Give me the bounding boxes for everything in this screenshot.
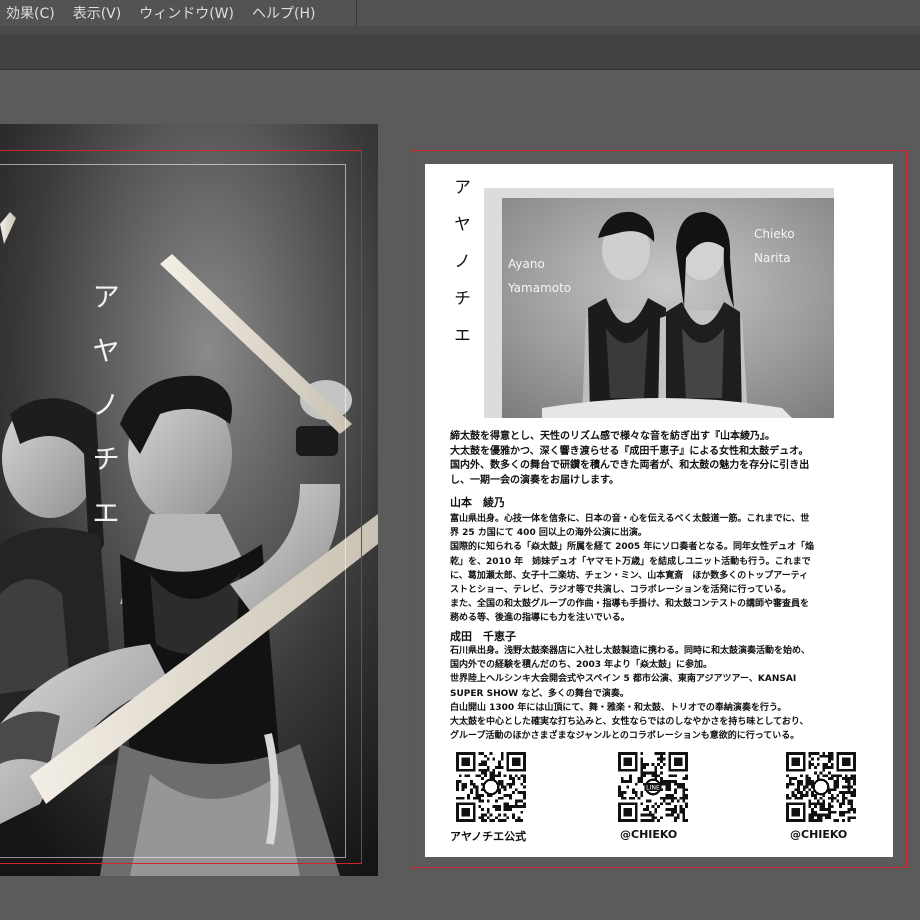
bio-line: 国内外での経験を積んだのち、2003 年より「焱太鼓」に参加。 xyxy=(450,660,713,671)
flyer-vertical-title: アヤノチエ xyxy=(450,178,470,363)
menu-help[interactable]: ヘルプ(H) xyxy=(252,3,315,23)
cover-photo xyxy=(0,124,378,876)
member2-bio[interactable]: 石川県出身。浅野太鼓楽器店に入社し太鼓製造に携わる。同時に和太鼓演奏活動を始め、… xyxy=(450,644,810,743)
bio-line: SUPER SHOW など、多くの舞台で演奏。 xyxy=(450,688,629,699)
member1-name[interactable]: 山本 綾乃 xyxy=(450,494,505,510)
photo-name-left-line1: Ayano xyxy=(508,257,545,271)
cover-vertical-title: アヤノチエ xyxy=(88,282,121,552)
bio-line: 務める等、後進の指導にも力を注いでいる。 xyxy=(450,613,630,624)
line-badge-text: LINE xyxy=(646,785,660,792)
bio-line: また、全国の和太鼓グループの作曲・指導も手掛け、和太鼓コンテストの講師や審査員を xyxy=(450,599,810,610)
control-bar xyxy=(0,34,920,70)
bio-line: 石川県出身。浅野太鼓楽器店に入社し太鼓製造に携わる。同時に和太鼓演奏活動を始め、 xyxy=(450,646,811,656)
menu-divider xyxy=(356,0,357,26)
bio-line: に、葛加瀬太郎、女子十二楽坊、チェン・ミン、山本寛斎 ほか数多くのトップアーティ xyxy=(450,570,809,581)
menu-bar-underline xyxy=(0,26,920,34)
menu-bar: 効果(C) 表示(V) ウィンドウ(W) ヘルプ(H) xyxy=(0,0,920,26)
photo-name-left: Ayano Yamamoto xyxy=(508,252,571,300)
photo-name-right-line2: Narita xyxy=(754,251,791,265)
intro-line: し、一期一会の演奏をお届けします。 xyxy=(450,474,619,486)
photo-name-right: Chieko Narita xyxy=(754,222,795,270)
bio-line: 乾」を、2010 年 姉妹デュオ「ヤマモト万歳」を結成しユニット活動も行う。これ… xyxy=(450,556,811,567)
bio-line: グループ活動のほかさまざまなジャンルとのコラボレーションも意欲的に行っている。 xyxy=(450,731,800,742)
qr-code-facebook[interactable] xyxy=(456,752,526,822)
menu-view[interactable]: 表示(V) xyxy=(73,3,122,23)
qr-label-official: アヤノチエ公式 xyxy=(450,830,527,843)
bio-line: 国際的に知られる「焱太鼓」所属を経て 2005 年にソロ奏者となる。同年女性デュ… xyxy=(450,542,815,553)
qr-code-instagram[interactable] xyxy=(786,752,856,822)
cover-page[interactable] xyxy=(0,124,378,876)
photo-name-left-line2: Yamamoto xyxy=(508,281,572,295)
member1-bio[interactable]: 富山県出身。心技一体を信条に、日本の音・心を伝えるべく太鼓道一筋。これまでに、世… xyxy=(450,512,814,626)
bio-line: ストとショー、テレビ、ラジオ等で共演し、コラボレーションを活発に行っている。 xyxy=(450,585,792,596)
bio-line: 大太鼓を中心とした確実な打ち込みと、女性ならではのしなやかさを持ち味としており、 xyxy=(450,717,809,728)
facebook-icon xyxy=(456,752,526,822)
line-icon: LINE xyxy=(618,752,688,822)
bio-line: 界 25 カ国にて 400 回以上の海外公演に出演。 xyxy=(450,528,647,539)
bio-line: 世界陸上ヘルシンキ大会開会式やスペイン 5 都市公演、東南アジアツアー、KANS… xyxy=(450,674,797,685)
menu-window[interactable]: ウィンドウ(W) xyxy=(139,3,234,23)
qr-label-instagram: @CHIEKO xyxy=(790,828,848,841)
intro-line: 大太鼓を優雅かつ、深く響き渡らせる『成田千恵子』による女性和太鼓デュオ。 xyxy=(450,445,809,457)
instagram-icon xyxy=(786,752,856,822)
qr-label-line: @CHIEKO xyxy=(620,828,678,841)
intro-line: 締太鼓を得意とし、天性のリズム感で様々な音を紡ぎ出す『山本綾乃』。 xyxy=(450,431,775,442)
qr-code-line[interactable]: LINE xyxy=(618,752,688,822)
duo-photo[interactable]: Ayano Yamamoto Chieko Narita xyxy=(502,198,834,418)
intro-line: 国内外、数多くの舞台で研鑽を積んできた両者が、和太鼓の魅力を存分に引き出 xyxy=(450,460,810,472)
bio-line: 白山開山 1300 年には山頂にて、舞・雅楽・和太鼓、トリオでの奉納演奏を行う。 xyxy=(450,702,787,713)
photo-name-right-line1: Chieko xyxy=(754,227,795,241)
bio-line: 富山県出身。心技一体を信条に、日本の音・心を伝えるべく太鼓道一筋。これまでに、世 xyxy=(450,514,810,524)
member2-name[interactable]: 成田 千恵子 xyxy=(450,628,516,644)
menu-effect[interactable]: 効果(C) xyxy=(6,3,55,23)
intro-text[interactable]: 締太鼓を得意とし、天性のリズム感で様々な音を紡ぎ出す『山本綾乃』。 大太鼓を優雅… xyxy=(450,430,809,488)
